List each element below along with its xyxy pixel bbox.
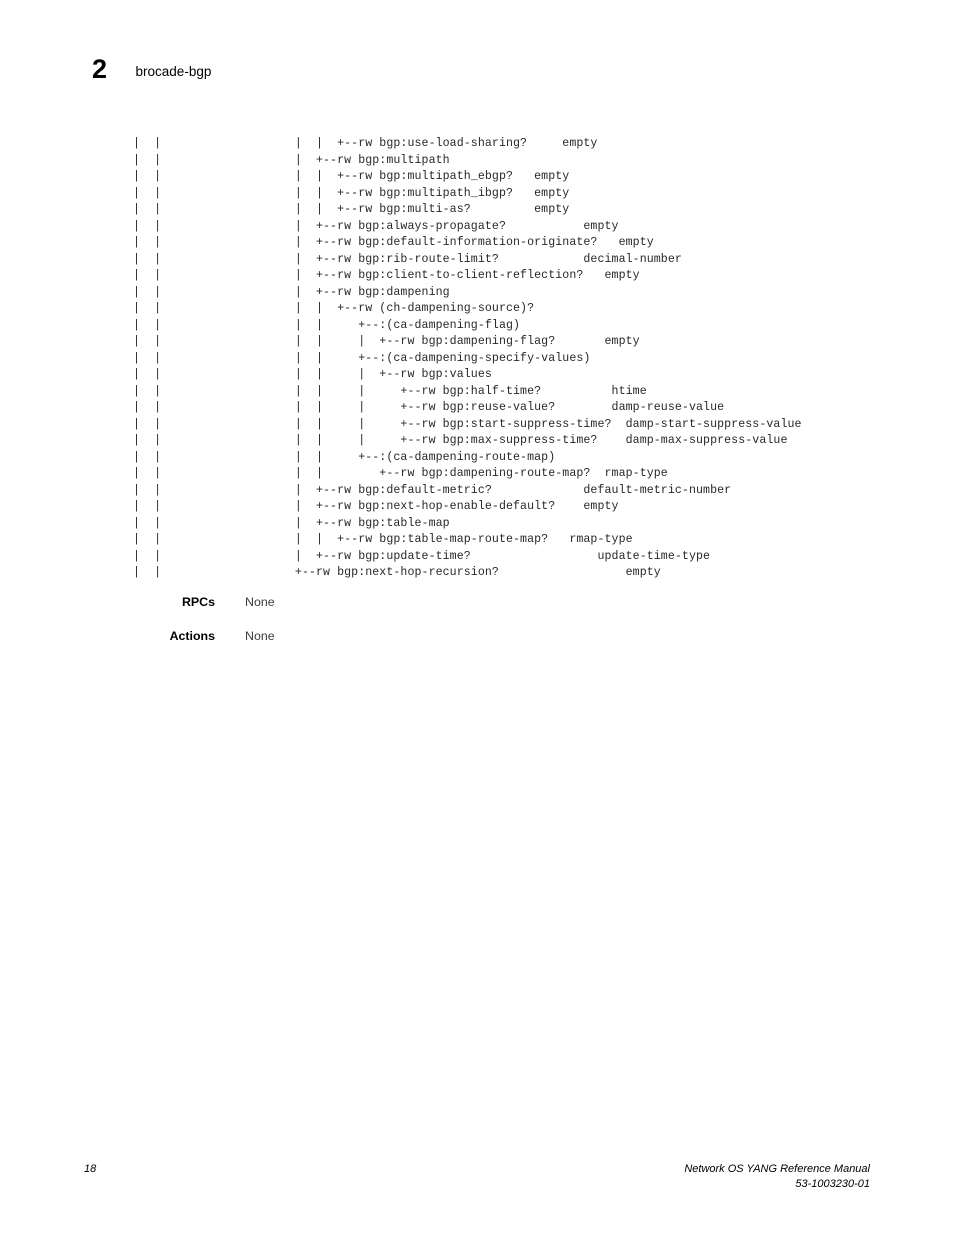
yang-tree-line: | | | | +--rw bgp:multi-as? empty	[133, 203, 570, 216]
chapter-title: brocade-bgp	[135, 64, 212, 79]
definition-value: None	[245, 595, 275, 609]
yang-tree-line: | | | +--rw bgp:multipath	[133, 153, 450, 167]
yang-tree-line: | | +--rw bgp:next-hop-recursion? empty	[133, 566, 661, 579]
yang-tree-line: | | | | +--:(ca-dampening-route-map)	[133, 450, 556, 464]
yang-tree-line: | | | | | +--rw bgp:max-suppress-time? d…	[133, 434, 788, 447]
yang-tree-line: | | | | +--:(ca-dampening-specify-values…	[133, 351, 591, 365]
footer-document-id: 53-1003230-01	[795, 1178, 870, 1190]
yang-tree-line: | | | +--rw bgp:update-time? update-time…	[133, 549, 711, 563]
yang-tree-line: | | | +--rw bgp:next-hop-enable-default?…	[133, 500, 619, 513]
yang-tree-line: | | | +--rw bgp:always-propagate? empty	[133, 219, 619, 233]
yang-tree-line: | | | +--rw bgp:default-information-orig…	[133, 236, 654, 249]
yang-tree-line: | | | +--rw bgp:client-to-client-reflect…	[133, 269, 640, 282]
yang-tree-line: | | | | +--rw (ch-dampening-source)?	[133, 302, 535, 315]
chapter-header: 2 brocade-bgp	[92, 56, 211, 83]
page-footer: 18 Network OS YANG Reference Manual 53-1…	[0, 1160, 954, 1204]
definition-value: None	[245, 629, 275, 643]
definition-row: RPCs None	[133, 595, 833, 609]
definition-list: RPCs None Actions None	[133, 595, 833, 663]
yang-tree-line: | | | | +--rw bgp:multipath_ebgp? empty	[133, 170, 570, 183]
yang-tree-block: | | | | +--rw bgp:use-load-sharing? empt…	[133, 136, 802, 582]
chapter-number: 2	[92, 54, 107, 84]
yang-tree-line: | | | | +--rw bgp:use-load-sharing? empt…	[133, 137, 598, 150]
yang-tree-line: | | | +--rw bgp:dampening	[133, 285, 450, 299]
yang-tree-line: | | | | +--rw bgp:dampening-route-map? r…	[133, 467, 668, 480]
yang-tree-line: | | | | | +--rw bgp:values	[133, 368, 492, 381]
definition-row: Actions None	[133, 629, 833, 643]
footer-manual-title: Network OS YANG Reference Manual	[684, 1163, 870, 1175]
yang-tree-line: | | | +--rw bgp:rib-route-limit? decimal…	[133, 252, 682, 266]
footer-document-info: Network OS YANG Reference Manual 53-1003…	[684, 1162, 870, 1192]
yang-tree-line: | | | | | +--rw bgp:dampening-flag? empt…	[133, 335, 640, 348]
yang-tree-line: | | | +--rw bgp:table-map	[133, 516, 450, 530]
yang-tree-line: | | | | | +--rw bgp:start-suppress-time?…	[133, 417, 802, 431]
yang-tree-line: | | | | | +--rw bgp:reuse-value? damp-re…	[133, 401, 725, 414]
yang-tree-line: | | | | +--:(ca-dampening-flag)	[133, 318, 521, 332]
yang-tree-line: | | | | +--rw bgp:multipath_ibgp? empty	[133, 186, 570, 200]
footer-page-number: 18	[84, 1163, 97, 1175]
definition-term: Actions	[169, 629, 215, 643]
definition-term: RPCs	[181, 595, 215, 609]
yang-tree-line: | | | | | +--rw bgp:half-time? htime	[133, 384, 647, 398]
yang-tree-line: | | | +--rw bgp:default-metric? default-…	[133, 483, 732, 497]
yang-tree-line: | | | | +--rw bgp:table-map-route-map? r…	[133, 533, 633, 546]
